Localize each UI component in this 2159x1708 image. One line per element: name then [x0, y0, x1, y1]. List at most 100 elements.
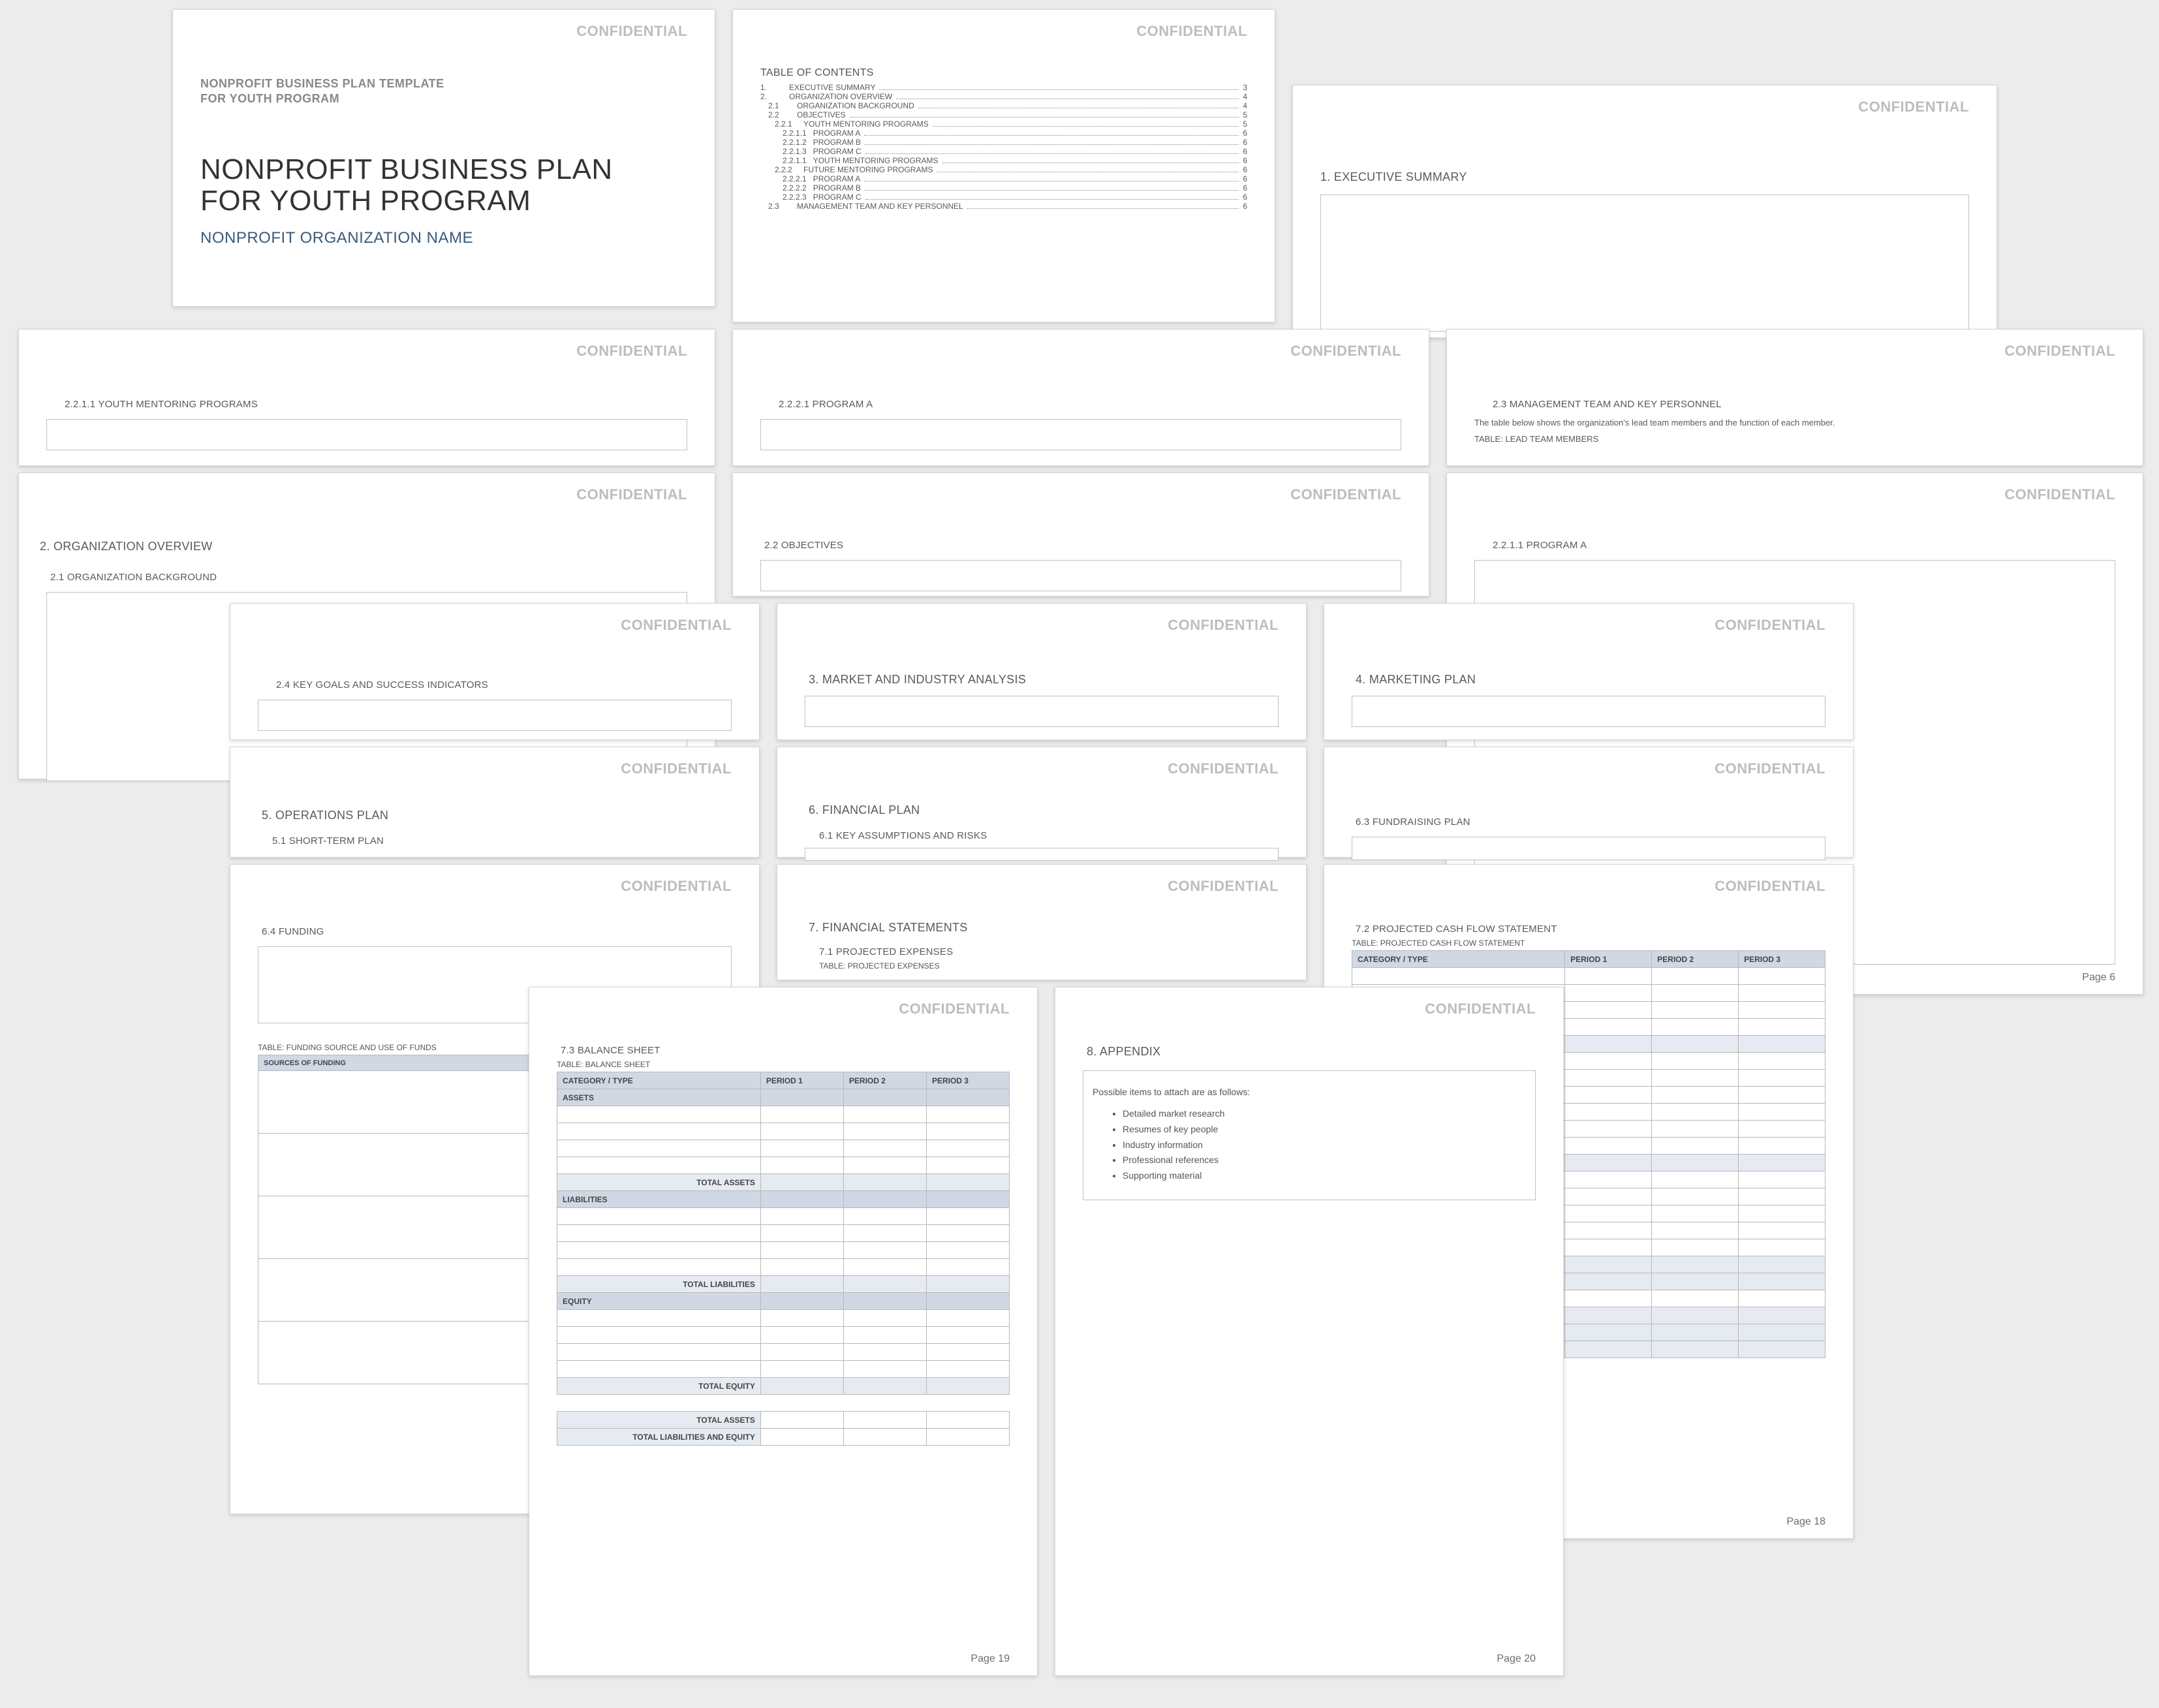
page-financial-plan: CONFIDENTIAL 6. FINANCIAL PLAN 6.1 KEY A…	[777, 747, 1307, 858]
heading-mgmt: 2.3 MANAGEMENT TEAM AND KEY PERSONNEL	[1493, 399, 2115, 410]
heading-org-overview: 2. ORGANIZATION OVERVIEW	[40, 540, 687, 553]
heading-key-goals: 2.4 KEY GOALS AND SUCCESS INDICATORS	[276, 679, 732, 691]
heading-ops: 5. OPERATIONS PLAN	[262, 809, 732, 822]
toc-row: 2.2.2.1PROGRAM A6	[760, 174, 1247, 183]
heading-fundraising: 6.3 FUNDRAISING PLAN	[1356, 816, 1825, 828]
toc-row: 2.2.1YOUTH MENTORING PROGRAMS5	[760, 119, 1247, 129]
section-exec-summary: 1. EXECUTIVE SUMMARY	[1320, 170, 1969, 184]
appendix-intro: Possible items to attach are as follows:	[1093, 1087, 1526, 1097]
template-label-line2: FOR YOUTH PROGRAM	[200, 91, 687, 106]
heading-proj-exp: 7.1 PROJECTED EXPENSES	[819, 946, 1279, 957]
page-market-analysis: CONFIDENTIAL 3. MARKET AND INDUSTRY ANAL…	[777, 603, 1307, 740]
page-ymp: CONFIDENTIAL 2.2.1.1 YOUTH MENTORING PRO…	[18, 329, 715, 466]
toc-body: 1.EXECUTIVE SUMMARY32.ORGANIZATION OVERV…	[760, 83, 1247, 211]
heading-finplan: 6. FINANCIAL PLAN	[809, 803, 1279, 817]
doc-subtitle: NONPROFIT ORGANIZATION NAME	[200, 229, 687, 247]
watermark-confidential: CONFIDENTIAL	[621, 617, 732, 634]
appendix-box: Possible items to attach are as follows:…	[1083, 1070, 1536, 1200]
page-fundraising: CONFIDENTIAL 6.3 FUNDRAISING PLAN	[1324, 747, 1854, 858]
appendix-item: Detailed market research	[1123, 1106, 1526, 1122]
key-goals-box	[258, 700, 732, 731]
toc-row: 2.2.2.2PROGRAM B6	[760, 183, 1247, 193]
heading-program-a-2221: 2.2.2.1 PROGRAM A	[779, 399, 1401, 410]
page-cover: CONFIDENTIAL NONPROFIT BUSINESS PLAN TEM…	[172, 9, 715, 307]
watermark-confidential: CONFIDENTIAL	[576, 23, 687, 40]
watermark-confidential: CONFIDENTIAL	[2004, 343, 2115, 360]
page-appendix: CONFIDENTIAL 8. APPENDIX Possible items …	[1055, 987, 1564, 1676]
heading-objectives: 2.2 OBJECTIVES	[764, 540, 1401, 551]
objectives-box	[760, 560, 1401, 591]
heading-program-a-2211: 2.2.1.1 PROGRAM A	[1493, 540, 2115, 551]
heading-cashflow: 7.2 PROJECTED CASH FLOW STATEMENT	[1356, 924, 1825, 935]
doc-title-line1: NONPROFIT BUSINESS PLAN	[200, 154, 687, 185]
page-key-goals: CONFIDENTIAL 2.4 KEY GOALS AND SUCCESS I…	[230, 603, 760, 740]
col-category: CATEGORY / TYPE	[1352, 951, 1565, 968]
toc-row: 2.3MANAGEMENT TEAM AND KEY PERSONNEL6	[760, 202, 1247, 211]
proj-exp-table-caption: TABLE: PROJECTED EXPENSES	[819, 961, 1279, 970]
col-period2: PERIOD 2	[1652, 951, 1739, 968]
page-marketing-plan: CONFIDENTIAL 4. MARKETING PLAN	[1324, 603, 1854, 740]
marketing-box	[1352, 696, 1825, 727]
fundraising-box	[1352, 837, 1825, 860]
market-box	[805, 696, 1279, 727]
toc-row: 2.2.1.3PROGRAM C6	[760, 147, 1247, 156]
page-operations: CONFIDENTIAL 5. OPERATIONS PLAN 5.1 SHOR…	[230, 747, 760, 858]
toc-row: 2.2.2.3PROGRAM C6	[760, 193, 1247, 202]
toc-row: 2.2.1.2PROGRAM B6	[760, 138, 1247, 147]
toc-title: TABLE OF CONTENTS	[760, 67, 1247, 79]
heading-org-bg: 2.1 ORGANIZATION BACKGROUND	[50, 572, 687, 583]
program-a-2221-box	[760, 419, 1401, 450]
heading-finstmts: 7. FINANCIAL STATEMENTS	[809, 921, 1279, 935]
page-number-20: Page 20	[1497, 1653, 1536, 1665]
doc-title-line2: FOR YOUTH PROGRAM	[200, 185, 687, 217]
page-objectives: CONFIDENTIAL 2.2 OBJECTIVES	[732, 473, 1429, 597]
col-period2: PERIOD 2	[843, 1072, 926, 1089]
page-program-a-2221: CONFIDENTIAL 2.2.2.1 PROGRAM A	[732, 329, 1429, 466]
watermark-confidential: CONFIDENTIAL	[621, 878, 732, 895]
watermark-confidential: CONFIDENTIAL	[1715, 760, 1825, 777]
watermark-confidential: CONFIDENTIAL	[2004, 486, 2115, 503]
watermark-confidential: CONFIDENTIAL	[1715, 878, 1825, 895]
toc-row: 2.2.1.1PROGRAM A6	[760, 129, 1247, 138]
heading-appendix: 8. APPENDIX	[1087, 1045, 1536, 1059]
watermark-confidential: CONFIDENTIAL	[1168, 617, 1279, 634]
watermark-confidential: CONFIDENTIAL	[576, 343, 687, 360]
watermark-confidential: CONFIDENTIAL	[1136, 23, 1247, 40]
heading-market: 3. MARKET AND INDUSTRY ANALYSIS	[809, 673, 1279, 687]
watermark-confidential: CONFIDENTIAL	[1425, 1001, 1536, 1017]
finplan-box	[805, 848, 1279, 861]
heading-balance: 7.3 BALANCE SHEET	[561, 1045, 1010, 1056]
cashflow-table-caption: TABLE: PROJECTED CASH FLOW STATEMENT	[1352, 939, 1825, 948]
col-period1: PERIOD 1	[760, 1072, 843, 1089]
appendix-item: Resumes of key people	[1123, 1122, 1526, 1138]
mgmt-desc: The table below shows the organization's…	[1474, 418, 2115, 427]
watermark-confidential: CONFIDENTIAL	[576, 486, 687, 503]
watermark-confidential: CONFIDENTIAL	[1715, 617, 1825, 634]
watermark-confidential: CONFIDENTIAL	[899, 1001, 1010, 1017]
heading-finplan-assump: 6.1 KEY ASSUMPTIONS AND RISKS	[819, 830, 1279, 841]
toc-row: 2.1ORGANIZATION BACKGROUND4	[760, 101, 1247, 110]
heading-marketing: 4. MARKETING PLAN	[1356, 673, 1825, 687]
col-period1: PERIOD 1	[1565, 951, 1652, 968]
toc-row: 2.2.2FUTURE MENTORING PROGRAMS6	[760, 165, 1247, 174]
exec-summary-box	[1320, 194, 1969, 332]
appendix-item: Supporting material	[1123, 1168, 1526, 1184]
mgmt-table-caption: TABLE: LEAD TEAM MEMBERS	[1474, 434, 2115, 444]
heading-funding: 6.4 FUNDING	[262, 926, 732, 937]
watermark-confidential: CONFIDENTIAL	[1290, 486, 1401, 503]
page-exec-summary: CONFIDENTIAL 1. EXECUTIVE SUMMARY	[1292, 85, 1997, 338]
page-number-18: Page 18	[1786, 1516, 1825, 1528]
heading-ops-short: 5.1 SHORT-TERM PLAN	[272, 835, 732, 846]
watermark-confidential: CONFIDENTIAL	[1168, 878, 1279, 895]
col-category: CATEGORY / TYPE	[557, 1072, 761, 1089]
toc-row: 2.2OBJECTIVES5	[760, 110, 1247, 119]
balance-table-caption: TABLE: BALANCE SHEET	[557, 1060, 1010, 1069]
page-mgmt-team: CONFIDENTIAL 2.3 MANAGEMENT TEAM AND KEY…	[1446, 329, 2143, 466]
page-number-6: Page 6	[2082, 972, 2115, 984]
toc-row: 2.2.1.1YOUTH MENTORING PROGRAMS6	[760, 156, 1247, 165]
template-label-line1: NONPROFIT BUSINESS PLAN TEMPLATE	[200, 76, 687, 91]
appendix-item: Professional references	[1123, 1153, 1526, 1168]
col-period3: PERIOD 3	[1739, 951, 1825, 968]
appendix-item: Industry information	[1123, 1138, 1526, 1153]
appendix-list: Detailed market researchResumes of key p…	[1093, 1106, 1526, 1184]
